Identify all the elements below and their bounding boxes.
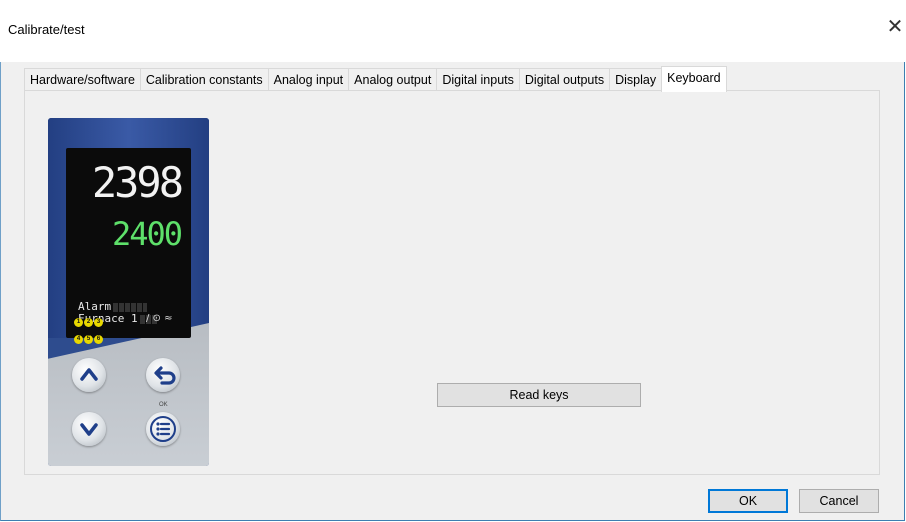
cancel-button[interactable]: Cancel (799, 489, 879, 513)
led-2: 2 (84, 318, 93, 327)
led-1: 1 (74, 318, 83, 327)
window-title: Calibrate/test (8, 22, 85, 37)
back-arrow-icon (154, 366, 176, 385)
display-bar (113, 302, 148, 312)
up-key[interactable] (72, 358, 106, 392)
menu-key-ok-label: OK (159, 402, 168, 408)
tab-bar: Hardware/software Calibration constants … (24, 66, 727, 92)
tab-digital-outputs[interactable]: Digital outputs (518, 68, 611, 91)
menu-key[interactable] (146, 412, 180, 446)
controller-device-image: 2398 2400 Alarm Furnace 1 123 456 / ⊙ ≈ … (48, 118, 209, 466)
chevron-down-icon (80, 423, 98, 436)
tab-digital-inputs[interactable]: Digital inputs (436, 68, 520, 91)
ok-button[interactable]: OK (708, 489, 788, 513)
tab-calibration-constants[interactable]: Calibration constants (139, 68, 269, 91)
device-display: 2398 2400 Alarm Furnace 1 123 456 / ⊙ ≈ (66, 148, 191, 344)
setpoint-readout: 2400 (111, 215, 183, 253)
back-key[interactable] (146, 358, 180, 392)
tab-hardware-software[interactable]: Hardware/software (24, 68, 141, 91)
led-6: 6 (94, 335, 103, 344)
read-keys-button[interactable]: Read keys (437, 383, 641, 407)
tab-analog-input[interactable]: Analog input (267, 68, 350, 91)
led-3: 3 (94, 318, 103, 327)
led-5: 5 (84, 335, 93, 344)
tab-display[interactable]: Display (609, 68, 663, 91)
tab-analog-output[interactable]: Analog output (348, 68, 438, 91)
chevron-up-icon (80, 368, 98, 381)
close-icon[interactable]: ✕ (884, 16, 906, 38)
process-value-readout: 2398 (91, 158, 184, 207)
title-bar: Calibrate/test ✕ (0, 0, 906, 62)
led-indicators: 123 456 (74, 311, 110, 345)
led-4: 4 (74, 335, 83, 344)
menu-list-icon (150, 416, 176, 442)
tab-keyboard[interactable]: Keyboard (661, 66, 727, 92)
status-icons: / ⊙ ≈ (146, 313, 173, 324)
down-key[interactable] (72, 412, 106, 446)
